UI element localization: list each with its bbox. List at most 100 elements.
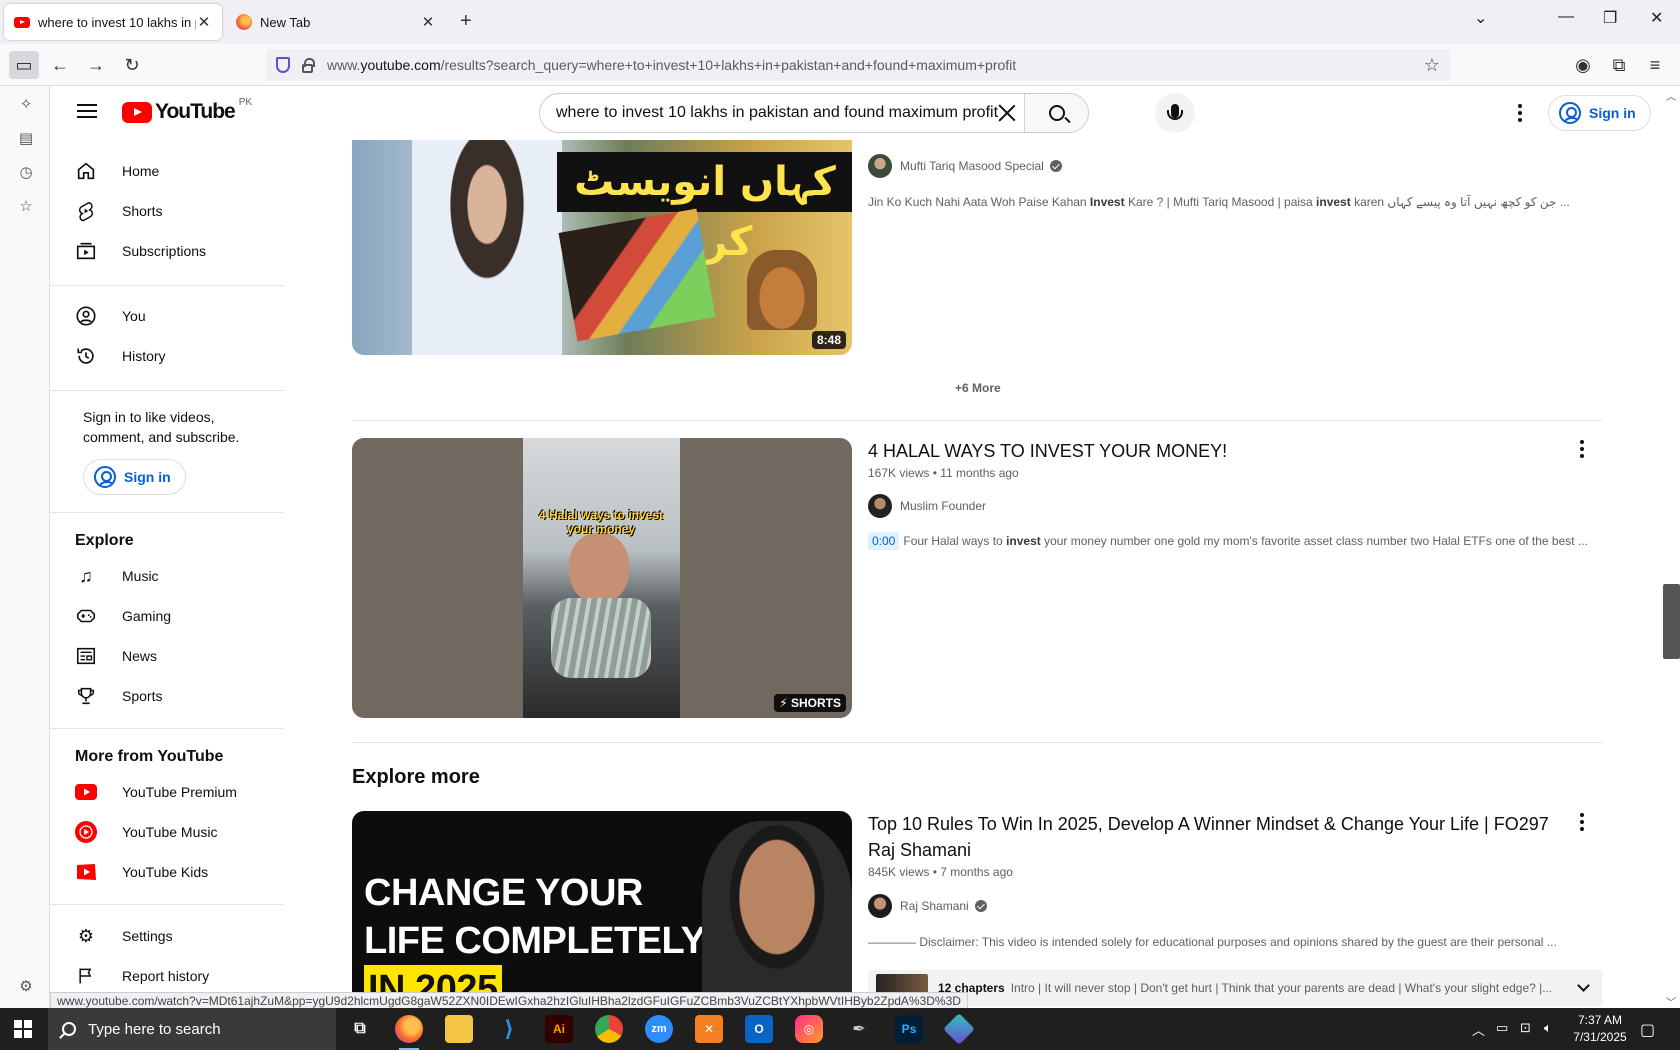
channel-info[interactable]: Muslim Founder — [868, 494, 986, 518]
taskbar-search-box[interactable]: Type here to search — [48, 1008, 336, 1050]
close-window-icon[interactable]: ✕ — [1650, 8, 1663, 28]
synced-tabs-icon[interactable]: ▤ — [17, 130, 35, 148]
show-more-link[interactable]: +6 More — [955, 381, 1001, 395]
guide-item-gaming[interactable]: Gaming — [74, 598, 274, 634]
voice-search-button[interactable] — [1155, 93, 1195, 133]
back-arrow-icon[interactable]: ← — [45, 51, 75, 79]
video-action-kebab-icon[interactable] — [1580, 440, 1584, 458]
guide-item-youtube-music[interactable]: YouTube Music — [74, 814, 274, 850]
account-circle-icon — [94, 466, 116, 488]
tracking-protection-shield-icon[interactable] — [276, 57, 290, 73]
clear-search-icon[interactable] — [996, 102, 1018, 124]
windows-start-icon[interactable] — [14, 1020, 32, 1038]
tab-youtube-search[interactable]: where to invest 10 lakhs in pakistan and… — [4, 4, 222, 40]
youtube-logo[interactable]: YouTube PK — [122, 97, 252, 124]
chapters-bar[interactable]: 12 chapters Intro | It will never stop |… — [868, 970, 1602, 1006]
bookmark-star-icon[interactable]: ☆ — [1424, 55, 1440, 76]
channel-name[interactable]: Mufti Tariq Masood Special — [900, 159, 1044, 173]
network-tray-icon[interactable]: ⊡ — [1520, 1020, 1531, 1036]
channel-name[interactable]: Muslim Founder — [900, 499, 986, 513]
channel-avatar[interactable] — [868, 154, 892, 178]
new-tab-plus-icon[interactable]: + — [460, 10, 472, 33]
pen-tool-taskbar-icon[interactable]: ✒ — [845, 1015, 873, 1043]
guide-sidebar: Home Shorts Subscriptions You History Si… — [50, 140, 284, 1008]
battery-tray-icon[interactable]: ▭ — [1496, 1020, 1508, 1036]
guide-sign-in-button[interactable]: Sign in — [83, 459, 186, 495]
vscode-taskbar-icon[interactable]: ⟩ — [495, 1015, 523, 1043]
results-divider — [352, 420, 1602, 421]
browser-sidebar: ✧ ▤ ◷ ☆ ⚙ — [0, 86, 50, 1008]
restore-window-icon[interactable]: ❐ — [1603, 8, 1617, 28]
taskbar-clock[interactable]: 7:37 AM 7/31/2025 — [1562, 1012, 1638, 1046]
ai-chatbot-sparkle-icon[interactable]: ✧ — [17, 96, 35, 114]
video-action-kebab-icon[interactable] — [1580, 813, 1584, 831]
close-tab-icon[interactable]: ✕ — [420, 13, 436, 31]
creative-cloud-taskbar-icon[interactable]: ◎ — [795, 1015, 823, 1043]
list-all-tabs-chevron-icon[interactable]: ⌄ — [1474, 8, 1487, 28]
app-menu-hamburger-icon[interactable]: ≡ — [1640, 51, 1670, 79]
guide-item-home[interactable]: Home — [74, 153, 274, 189]
video-title[interactable]: 4 HALAL WAYS TO INVEST YOUR MONEY! — [868, 438, 1568, 464]
guide-item-sports[interactable]: Sports — [74, 678, 274, 714]
page-scrollbar-thumb[interactable] — [1663, 584, 1680, 659]
guide-item-you[interactable]: You — [74, 298, 274, 334]
channel-avatar[interactable] — [868, 894, 892, 918]
file-explorer-taskbar-icon[interactable] — [445, 1015, 473, 1043]
scroll-down-arrow-icon[interactable]: ﹀ — [1666, 994, 1676, 1009]
account-icon[interactable]: ◉ — [1568, 51, 1598, 79]
page-scrollbar-track[interactable] — [1663, 86, 1680, 1008]
reload-icon[interactable]: ↻ — [117, 51, 147, 79]
close-tab-icon[interactable]: ✕ — [196, 13, 212, 31]
channel-info[interactable]: Raj Shamani — [868, 894, 987, 918]
guide-item-subscriptions[interactable]: Subscriptions — [74, 233, 274, 269]
outlook-taskbar-icon[interactable]: O — [745, 1015, 773, 1043]
guide-item-music[interactable]: ♫ Music — [74, 558, 274, 594]
channel-name[interactable]: Raj Shamani — [900, 899, 969, 913]
volume-tray-icon[interactable]: 🔈︎ — [1544, 1020, 1552, 1036]
guide-item-report-history[interactable]: Report history — [74, 958, 274, 994]
channel-avatar[interactable] — [868, 494, 892, 518]
address-bar[interactable]: www.youtube.com/results?search_query=whe… — [266, 49, 1450, 81]
chevron-down-icon[interactable] — [1577, 978, 1590, 992]
zoom-taskbar-icon[interactable]: zm — [645, 1015, 673, 1043]
guide-item-youtube-kids[interactable]: YouTube Kids — [74, 854, 274, 890]
guide-item-shorts[interactable]: Shorts — [74, 193, 274, 229]
video-description: Jin Ko Kuch Nahi Aata Woh Paise Kahan In… — [868, 195, 1570, 209]
history-clock-icon[interactable]: ◷ — [17, 164, 35, 182]
guide-item-settings[interactable]: ⚙ Settings — [74, 918, 274, 954]
padlock-icon[interactable] — [302, 57, 315, 73]
scroll-up-arrow-icon[interactable]: ︿ — [1666, 88, 1676, 103]
video-title[interactable]: Top 10 Rules To Win In 2025, Develop A W… — [868, 811, 1568, 863]
customize-sidebar-gear-icon[interactable]: ⚙ — [17, 978, 35, 996]
notifications-icon[interactable]: ▢ — [1640, 1020, 1655, 1040]
search-button[interactable] — [1024, 94, 1088, 132]
sidebar-toggle-icon[interactable]: ▭ — [9, 51, 39, 79]
guide-item-news[interactable]: News — [74, 638, 274, 674]
xampp-taskbar-icon[interactable]: ✕ — [695, 1015, 723, 1043]
search-input[interactable] — [556, 104, 1006, 122]
forward-arrow-icon[interactable]: → — [81, 51, 111, 79]
bookmarks-star-icon[interactable]: ☆ — [17, 198, 35, 216]
task-view-icon[interactable]: ⧉ — [346, 1015, 374, 1043]
thumbnail-cash-image — [551, 598, 651, 678]
guide-item-youtube-premium[interactable]: YouTube Premium — [74, 774, 274, 810]
tab-new-tab[interactable]: New Tab ✕ — [226, 4, 446, 40]
app-diamond-taskbar-icon[interactable] — [943, 1013, 975, 1045]
header-sign-in-button[interactable]: Sign in — [1548, 95, 1651, 131]
timestamp-link[interactable]: 0:00 — [868, 532, 900, 550]
show-hidden-icons-chevron-icon[interactable]: ︿ — [1472, 1020, 1485, 1039]
illustrator-taskbar-icon[interactable]: Ai — [545, 1015, 573, 1043]
guide-menu-icon[interactable] — [77, 104, 97, 118]
channel-info[interactable]: Mufti Tariq Masood Special — [868, 154, 1062, 178]
guide-item-history[interactable]: History — [74, 338, 274, 374]
duration-badge: 8:48 — [811, 331, 846, 349]
video-thumbnail[interactable]: کہاں انویسٹ کرے؟ 8:48 — [352, 140, 852, 355]
video-thumbnail[interactable]: 4 Halal ways to invest your money ⚡ SHOR… — [352, 438, 852, 718]
photoshop-taskbar-icon[interactable]: Ps — [895, 1015, 923, 1043]
extensions-puzzle-icon[interactable]: ⧉ — [1604, 51, 1634, 79]
video-thumbnail[interactable]: CHANGE YOUR LIFE COMPLETELY IN 2025 — [352, 811, 852, 1011]
minimize-window-icon[interactable]: — — [1558, 8, 1574, 26]
firefox-taskbar-icon[interactable] — [395, 1015, 423, 1050]
chrome-taskbar-icon[interactable] — [595, 1015, 623, 1043]
settings-menu-kebab-icon[interactable] — [1518, 104, 1522, 122]
